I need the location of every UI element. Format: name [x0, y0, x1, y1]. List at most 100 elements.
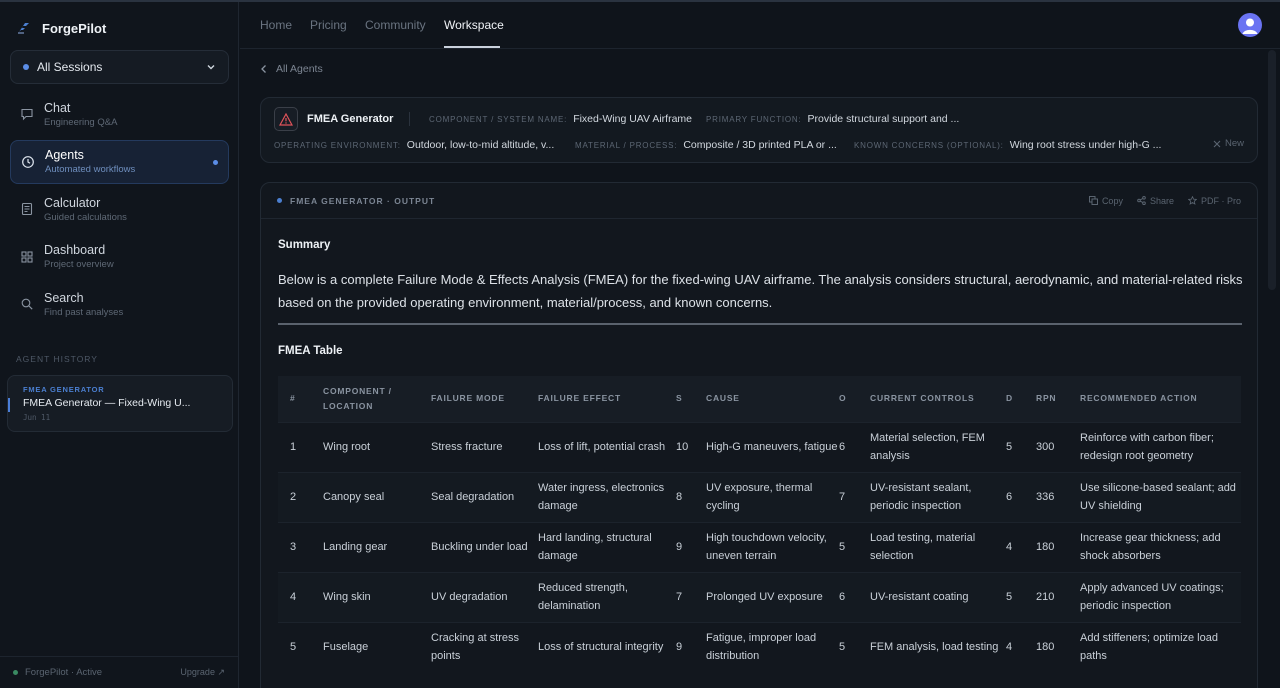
share-label: Share [1149, 195, 1174, 206]
table-cell: Wing root [323, 421, 431, 472]
sidebar-item-agents[interactable]: Agents Automated workflows [10, 139, 229, 184]
main-content: All Agents FMEA Generator COMPONENT / SY… [240, 50, 1280, 688]
column-header: CURRENT CONTROLS [870, 393, 975, 404]
tab-community[interactable]: Community [365, 18, 426, 32]
field-value: Composite / 3D printed PLA or ... [683, 139, 837, 151]
field-material-process[interactable]: MATERIAL / PROCESS: Composite / 3D print… [575, 139, 837, 151]
copy-button[interactable]: Copy [1088, 196, 1123, 206]
session-select-label: All Sessions [37, 60, 103, 74]
sidebar: ForgePilot All Sessions Chat Engineering… [0, 2, 239, 688]
brand-name: ForgePilot [42, 20, 107, 36]
table-cell: 5 [1006, 571, 1036, 622]
table-cell: Reinforce with carbon fiber; redesign ro… [1080, 421, 1241, 472]
table-cell: 6 [839, 421, 870, 472]
grid-icon [21, 250, 33, 263]
table-cell: Water ingress, electronics damage [538, 471, 676, 522]
table-cell: Material selection, FEM analysis [870, 421, 1006, 472]
table-cell: 5 [839, 621, 870, 672]
forgepilot-logo-icon [18, 23, 29, 34]
back-link[interactable]: All Agents [260, 63, 323, 75]
table-cell: Buckling under load [431, 521, 538, 572]
output-status-dot [277, 198, 282, 203]
field-primary-function[interactable]: PRIMARY FUNCTION: Provide structural sup… [706, 113, 959, 125]
star-icon [1187, 196, 1197, 205]
field-known-concerns[interactable]: KNOWN CONCERNS (OPTIONAL): Wing root str… [854, 139, 1161, 151]
new-button[interactable]: New [1213, 138, 1244, 149]
agent-history-heading: AGENT HISTORY [16, 354, 98, 364]
pdf-export-button[interactable]: PDF · Pro [1187, 196, 1241, 206]
field-value: Provide structural support and ... [807, 113, 960, 125]
table-cell: 1 [278, 421, 323, 472]
output-header: FMEA GENERATOR · OUTPUT Copy Share PDF ·… [261, 183, 1257, 219]
sidebar-item-title: Search [44, 290, 84, 305]
session-select[interactable]: All Sessions [10, 50, 229, 84]
table-cell: 6 [839, 571, 870, 622]
share-icon [1137, 196, 1146, 205]
field-operating-environment[interactable]: OPERATING ENVIRONMENT: Outdoor, low-to-m… [274, 139, 554, 151]
sidebar-item-subtitle: Engineering Q&A [44, 116, 118, 128]
app-status: ForgePilot · Active [25, 667, 103, 678]
share-button[interactable]: Share [1137, 196, 1174, 206]
table-cell: FEM analysis, load testing [870, 621, 1006, 672]
avatar[interactable] [1238, 13, 1262, 37]
table-cell: 9 [676, 621, 706, 672]
table-cell: UV-resistant sealant, periodic inspectio… [870, 471, 1006, 522]
session-status-dot [23, 64, 29, 70]
output-title: FMEA GENERATOR · OUTPUT [290, 195, 436, 206]
sidebar-item-calculator[interactable]: Calculator Guided calculations [10, 187, 229, 231]
agent-name: FMEA Generator [307, 113, 394, 125]
history-item[interactable]: FMEA GENERATOR FMEA Generator — Fixed-Wi… [7, 375, 233, 432]
sidebar-item-dashboard[interactable]: Dashboard Project overview [10, 235, 229, 279]
search-icon [21, 298, 33, 310]
sidebar-item-subtitle: Guided calculations [44, 211, 127, 223]
table-cell: Prolonged UV exposure [706, 571, 839, 622]
table-cell: High touchdown velocity, uneven terrain [706, 521, 839, 572]
table-cell: Add stiffeners; optimize load paths [1080, 621, 1241, 672]
table-cell: 10 [676, 421, 706, 472]
sidebar-item-search[interactable]: Search Find past analyses [10, 282, 229, 326]
history-item-date: Jun 11 [23, 413, 51, 422]
table-cell: Wing skin [323, 571, 431, 622]
section-divider [278, 323, 1242, 325]
table-cell: 180 [1036, 621, 1080, 672]
sidebar-footer: ForgePilot · Active Upgrade ↗ [0, 656, 238, 688]
table-row: 2 Canopy seal Seal degradation Water ing… [278, 471, 1241, 522]
column-header: FAILURE EFFECT [538, 393, 621, 404]
column-header: CAUSE [706, 393, 740, 404]
tab-workspace[interactable]: Workspace [444, 18, 504, 32]
chevron-down-icon [207, 65, 215, 70]
brand[interactable]: ForgePilot [16, 20, 106, 36]
table-cell: Seal degradation [431, 471, 538, 522]
table-cell: Cracking at stress points [431, 621, 538, 672]
upgrade-link[interactable]: Upgrade ↗ [180, 667, 225, 678]
table-cell: 2 [278, 471, 323, 522]
chevron-left-icon [261, 65, 266, 73]
column-header: D [1006, 393, 1013, 404]
sidebar-item-subtitle: Automated workflows [45, 164, 136, 175]
scrollbar[interactable] [1268, 50, 1276, 290]
table-cell: Landing gear [323, 521, 431, 572]
table-cell: Loss of lift, potential crash [538, 421, 676, 472]
table-cell: UV degradation [431, 571, 538, 622]
sidebar-item-chat[interactable]: Chat Engineering Q&A [10, 92, 229, 136]
table-cell: Use silicone-based sealant; add UV shiel… [1080, 471, 1241, 522]
field-label: KNOWN CONCERNS (OPTIONAL): [854, 140, 1004, 150]
table-cell: Fatigue, improper load distribution [706, 621, 839, 672]
table-cell: 180 [1036, 521, 1080, 572]
active-tab-underline [444, 46, 500, 48]
copy-icon [1088, 196, 1098, 205]
table-cell: 8 [676, 471, 706, 522]
table-cell: 3 [278, 521, 323, 572]
sidebar-nav: Chat Engineering Q&A Agents Automated wo… [10, 92, 229, 330]
table-cell: High-G maneuvers, fatigue [706, 421, 839, 472]
tab-home[interactable]: Home [260, 18, 292, 32]
table-cell: 7 [839, 471, 870, 522]
field-component[interactable]: COMPONENT / SYSTEM NAME: Fixed-Wing UAV … [429, 113, 692, 125]
column-header: # [290, 393, 296, 404]
table-cell: 5 [1006, 421, 1036, 472]
sidebar-item-title: Chat [44, 100, 71, 115]
field-value: Fixed-Wing UAV Airframe [573, 113, 693, 125]
table-row: 4 Wing skin UV degradation Reduced stren… [278, 571, 1241, 622]
tab-pricing[interactable]: Pricing [310, 18, 347, 32]
field-value: Wing root stress under high-G ... [1009, 139, 1162, 151]
